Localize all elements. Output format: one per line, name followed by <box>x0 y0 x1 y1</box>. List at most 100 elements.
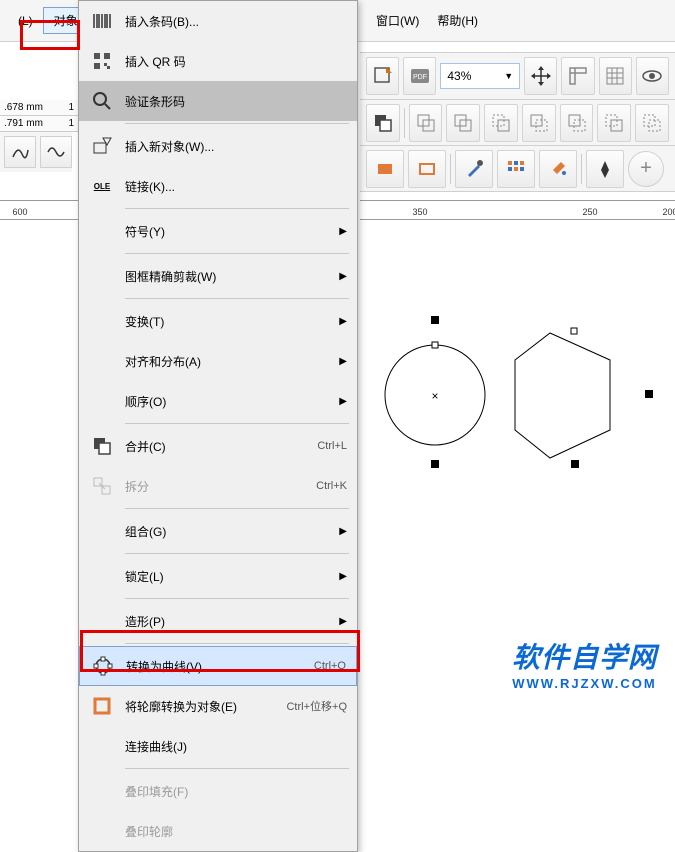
to-curve-icon <box>90 653 116 679</box>
handle[interactable] <box>645 390 653 398</box>
separator <box>125 423 349 424</box>
mi-symbol[interactable]: 符号(Y)▶ <box>79 211 357 251</box>
ruler-right: 350 250 200 <box>360 200 675 220</box>
ruler-tick-250: 250 <box>582 207 597 217</box>
mi-links[interactable]: OLE 链接(K)... <box>79 166 357 206</box>
overlap-front-icon[interactable] <box>366 104 400 142</box>
handle[interactable] <box>571 460 579 468</box>
eyedropper-icon[interactable] <box>455 150 493 188</box>
fill-rect-icon[interactable] <box>366 150 404 188</box>
mi-order[interactable]: 顺序(O)▶ <box>79 381 357 421</box>
union-icon[interactable] <box>409 104 443 142</box>
handle[interactable] <box>431 316 439 324</box>
ruler-tick-200: 200 <box>662 207 675 217</box>
separator <box>125 298 349 299</box>
mi-align[interactable]: 对齐和分布(A)▶ <box>79 341 357 381</box>
mi-shape[interactable]: 造形(P)▶ <box>79 601 357 641</box>
mi-lock[interactable]: 锁定(L)▶ <box>79 556 357 596</box>
combine-icon <box>89 433 115 459</box>
handle-node[interactable] <box>571 328 577 334</box>
separator <box>125 598 349 599</box>
svg-text:PDF: PDF <box>413 74 427 81</box>
outline-obj-icon <box>89 693 115 719</box>
boundary-icon[interactable] <box>635 104 669 142</box>
trim-icon[interactable] <box>484 104 518 142</box>
ruler-tick-350: 350 <box>412 207 427 217</box>
separator <box>125 768 349 769</box>
coord-x: .678 mm 1 <box>0 100 78 116</box>
ole-icon: OLE <box>89 173 115 199</box>
add-round-icon[interactable]: + <box>628 151 664 187</box>
mi-transform[interactable]: 变换(T)▶ <box>79 301 357 341</box>
object-menu-dropdown: 插入条码(B)... 插入 QR 码 验证条形码 插入新对象(W)... OLE… <box>78 0 358 852</box>
watermark: 软件自学网 WWW.RJZXW.COM <box>512 636 657 691</box>
submenu-arrow-icon: ▶ <box>339 616 347 627</box>
mi-insert-qr[interactable]: 插入 QR 码 <box>79 41 357 81</box>
ruler-icon[interactable] <box>561 57 594 95</box>
mi-join-curve[interactable]: 连接曲线(J) <box>79 726 357 766</box>
freehand-icon[interactable] <box>4 136 36 168</box>
side-tools <box>0 132 36 172</box>
handle-node[interactable] <box>432 342 438 348</box>
split-icon <box>89 473 115 499</box>
pen-icon[interactable] <box>586 150 624 188</box>
menu-layout[interactable]: (L) <box>8 10 43 32</box>
wave-icon[interactable] <box>40 136 72 168</box>
separator <box>404 108 405 138</box>
pdf-icon[interactable]: PDF <box>403 57 436 95</box>
mi-insert-object[interactable]: 插入新对象(W)... <box>79 126 357 166</box>
move-icon[interactable] <box>524 57 557 95</box>
separator <box>125 508 349 509</box>
mi-to-curve[interactable]: 转换为曲线(V)Ctrl+Q <box>79 646 357 686</box>
menu-help[interactable]: 帮助(H) <box>437 12 478 29</box>
qr-icon <box>89 48 115 74</box>
mi-split: 拆分Ctrl+K <box>79 466 357 506</box>
ruler-tick-600: 600 <box>12 207 27 217</box>
toolbar-row-2 <box>360 100 675 146</box>
submenu-arrow-icon: ▶ <box>339 226 347 237</box>
back-minus-front-icon[interactable] <box>597 104 631 142</box>
mi-insert-barcode[interactable]: 插入条码(B)... <box>79 1 357 41</box>
zoom-value: 43% <box>447 69 471 83</box>
submenu-arrow-icon: ▶ <box>339 571 347 582</box>
eye-icon[interactable] <box>636 57 669 95</box>
submenu-arrow-icon: ▶ <box>339 316 347 327</box>
intersect-icon[interactable] <box>446 104 480 142</box>
mi-overprint-fill: 叠印填充(F) <box>79 771 357 811</box>
handle[interactable] <box>431 460 439 468</box>
insert-object-icon <box>89 133 115 159</box>
side-tools-2 <box>36 132 72 172</box>
mi-outline-to-obj[interactable]: 将轮廓转换为对象(E)Ctrl+位移+Q <box>79 686 357 726</box>
paintbucket-icon[interactable] <box>539 150 577 188</box>
mi-frame-crop[interactable]: 图框精确剪裁(W)▶ <box>79 256 357 296</box>
center-mark-icon: × <box>431 389 438 403</box>
front-minus-back-icon[interactable] <box>560 104 594 142</box>
zoom-combo[interactable]: 43%▼ <box>440 63 520 89</box>
menu-window[interactable]: 窗口(W) <box>376 12 419 29</box>
plus-icon: + <box>640 157 652 180</box>
separator <box>125 208 349 209</box>
export-icon[interactable] <box>366 57 399 95</box>
hexagon-shape[interactable] <box>515 333 610 458</box>
submenu-arrow-icon: ▶ <box>339 356 347 367</box>
mi-overprint-outline: 叠印轮廓 <box>79 811 357 851</box>
submenu-arrow-icon: ▶ <box>339 526 347 537</box>
magnify-icon <box>89 88 115 114</box>
pattern-icon[interactable] <box>497 150 535 188</box>
outline-rect-icon[interactable] <box>408 150 446 188</box>
mi-combine[interactable]: 合并(C)Ctrl+L <box>79 426 357 466</box>
watermark-url: WWW.RJZXW.COM <box>512 676 657 691</box>
submenu-arrow-icon: ▶ <box>339 271 347 282</box>
canvas-shapes: × <box>375 310 665 480</box>
submenu-arrow-icon: ▶ <box>339 396 347 407</box>
coord-y: .791 mm 1 <box>0 116 78 132</box>
separator <box>581 154 582 184</box>
simplify-icon[interactable] <box>522 104 556 142</box>
separator <box>125 253 349 254</box>
separator <box>125 643 349 644</box>
mi-group[interactable]: 组合(G)▶ <box>79 511 357 551</box>
toolbar-row-3: + <box>360 146 675 192</box>
mi-verify-barcode[interactable]: 验证条形码 <box>79 81 357 121</box>
grid-icon[interactable] <box>599 57 632 95</box>
left-panel: .678 mm 1 .791 mm 1 <box>0 42 78 172</box>
